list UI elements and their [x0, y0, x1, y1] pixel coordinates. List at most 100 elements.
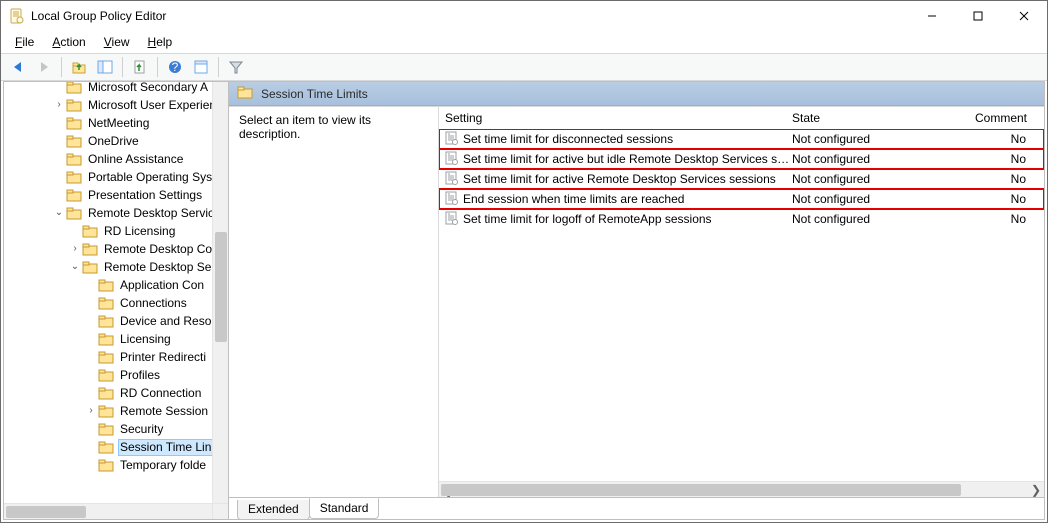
svg-text:?: ? [172, 60, 179, 74]
tree-item-label: Online Assistance [88, 152, 183, 166]
tree-item[interactable]: Session Time Lin [4, 438, 228, 456]
tree-item[interactable]: Portable Operating Sys [4, 168, 228, 186]
window-controls [909, 1, 1047, 31]
menu-bar: File Action View Help [1, 31, 1047, 53]
right-panel-main: Select an item to view its description. … [229, 106, 1044, 497]
setting-state: Not configured [792, 212, 974, 226]
close-button[interactable] [1001, 1, 1047, 31]
column-headers: Setting State Comment [439, 107, 1044, 129]
scroll-corner [212, 503, 228, 519]
tree-item-label: Device and Reso [120, 314, 211, 328]
chevron-right-icon[interactable]: › [52, 100, 66, 110]
tree-horizontal-scrollbar[interactable] [4, 503, 212, 519]
tree-item[interactable]: › Remote Session [4, 402, 228, 420]
tree-item[interactable]: RD Connection [4, 384, 228, 402]
body: Microsoft Secondary A›Microsoft User Exp… [3, 81, 1045, 520]
tree-item[interactable]: Application Con [4, 276, 228, 294]
chevron-down-icon[interactable]: ⌄ [52, 208, 66, 218]
properties-button[interactable] [190, 56, 212, 78]
up-button[interactable] [68, 56, 90, 78]
tree-item-label: Printer Redirecti [120, 350, 206, 364]
tree-item-label: Remote Session [120, 404, 208, 418]
menu-action[interactable]: Action [44, 33, 93, 51]
show-hide-tree-button[interactable] [94, 56, 116, 78]
setting-row[interactable]: End session when time limits are reached… [439, 189, 1044, 209]
tab-standard[interactable]: Standard [309, 498, 380, 519]
maximize-button[interactable] [955, 1, 1001, 31]
tree-item[interactable]: OneDrive [4, 132, 228, 150]
chevron-right-icon[interactable]: › [84, 406, 98, 416]
scroll-thumb[interactable] [441, 484, 961, 496]
setting-comment: No [974, 132, 1044, 146]
policy-icon [445, 171, 459, 188]
chevron-right-icon[interactable]: › [68, 244, 82, 254]
tree-item-label: Licensing [120, 332, 171, 346]
policy-icon [445, 211, 459, 228]
chevron-down-icon[interactable]: ⌄ [68, 262, 82, 272]
filter-button[interactable] [225, 56, 247, 78]
setting-comment: No [974, 172, 1044, 186]
tree-item[interactable]: NetMeeting [4, 114, 228, 132]
menu-file[interactable]: File [7, 33, 42, 51]
scroll-thumb[interactable] [6, 506, 86, 518]
folder-icon [82, 259, 98, 275]
help-button[interactable]: ? [164, 56, 186, 78]
tree-item[interactable]: Microsoft Secondary A [4, 82, 228, 96]
folder-icon [66, 82, 82, 95]
tree-item[interactable]: ⌄Remote Desktop Service [4, 204, 228, 222]
tree-item[interactable]: RD Licensing [4, 222, 228, 240]
forward-button[interactable] [33, 56, 55, 78]
tree-item[interactable]: Temporary folde [4, 456, 228, 474]
tree-item[interactable]: Licensing [4, 330, 228, 348]
tree-item[interactable]: Printer Redirecti [4, 348, 228, 366]
setting-row[interactable]: Set time limit for active but idle Remot… [439, 149, 1044, 169]
settings-horizontal-scrollbar[interactable]: ❮ ❯ [439, 481, 1044, 497]
back-button[interactable] [7, 56, 29, 78]
menu-help[interactable]: Help [140, 33, 181, 51]
folder-icon [82, 241, 98, 257]
tree-item[interactable]: ⌄Remote Desktop Se [4, 258, 228, 276]
scroll-right-icon[interactable]: ❯ [1028, 482, 1044, 498]
setting-row[interactable]: Set time limit for disconnected sessions… [439, 129, 1044, 149]
export-button[interactable] [129, 56, 151, 78]
tree-item[interactable]: Connections [4, 294, 228, 312]
folder-icon [98, 367, 114, 383]
title-bar: Local Group Policy Editor [1, 1, 1047, 31]
tree-item[interactable]: ›Remote Desktop Co [4, 240, 228, 258]
setting-name: Set time limit for active but idle Remot… [463, 152, 792, 166]
column-setting[interactable]: Setting [445, 107, 792, 129]
tree-item[interactable]: Device and Reso [4, 312, 228, 330]
scroll-thumb[interactable] [215, 232, 227, 342]
tree-item-label: OneDrive [88, 134, 139, 148]
tree-item[interactable]: Profiles [4, 366, 228, 384]
setting-row[interactable]: Set time limit for logoff of RemoteApp s… [439, 209, 1044, 229]
tree-item-label: RD Licensing [104, 224, 175, 238]
folder-icon [98, 403, 114, 419]
column-state[interactable]: State [792, 107, 974, 129]
folder-icon [98, 295, 114, 311]
column-comment[interactable]: Comment [974, 107, 1044, 129]
policy-icon [445, 191, 459, 208]
setting-row[interactable]: Set time limit for active Remote Desktop… [439, 169, 1044, 189]
tree-item-label: Connections [120, 296, 187, 310]
setting-name: Set time limit for logoff of RemoteApp s… [463, 212, 712, 226]
tree-item[interactable]: Online Assistance [4, 150, 228, 168]
menu-view[interactable]: View [96, 33, 138, 51]
tree[interactable]: Microsoft Secondary A›Microsoft User Exp… [4, 82, 228, 474]
tree-item[interactable]: ›Microsoft User Experien [4, 96, 228, 114]
toolbar-separator [157, 57, 158, 77]
setting-name: Set time limit for disconnected sessions [463, 132, 673, 146]
folder-icon [66, 205, 82, 221]
minimize-button[interactable] [909, 1, 955, 31]
tab-extended[interactable]: Extended [237, 500, 310, 520]
right-panel-header: Session Time Limits [229, 82, 1044, 106]
folder-icon [98, 331, 114, 347]
setting-state: Not configured [792, 132, 974, 146]
toolbar-separator [218, 57, 219, 77]
setting-state: Not configured [792, 152, 974, 166]
tree-item[interactable]: Security [4, 420, 228, 438]
tree-vertical-scrollbar[interactable] [212, 82, 228, 503]
tree-item[interactable]: Presentation Settings [4, 186, 228, 204]
app-icon [9, 8, 25, 24]
toolbar-separator [61, 57, 62, 77]
